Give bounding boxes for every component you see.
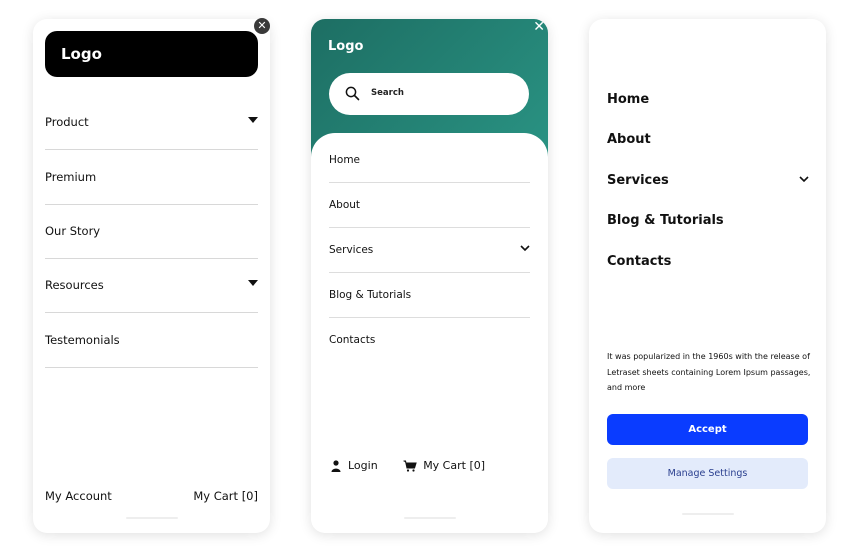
- menu-item-label: Contacts: [329, 334, 376, 346]
- menu-item-contacts[interactable]: Contacts: [607, 254, 809, 269]
- drag-handle[interactable]: [125, 517, 178, 519]
- cart-icon: [403, 459, 417, 472]
- menu-item-home[interactable]: Home: [607, 92, 809, 107]
- menu-item-label: Contacts: [607, 254, 672, 269]
- cookie-notice-text: It was popularized in the 1960s with the…: [607, 352, 811, 392]
- drag-handle[interactable]: [403, 517, 456, 519]
- menu-item-label: About: [607, 132, 651, 147]
- menu-item-resources[interactable]: Resources: [45, 258, 258, 313]
- menu-item-label: Blog & Tutorials: [329, 289, 412, 301]
- chevron-down-icon: [520, 245, 530, 252]
- cart-label: My Cart [0]: [423, 459, 486, 472]
- menu-item-label: Product: [45, 115, 89, 129]
- chevron-down-icon: [799, 176, 809, 183]
- menu-item-label: Home: [607, 92, 650, 107]
- menu-item-label: About: [329, 199, 361, 211]
- menu-item-our-story[interactable]: Our Story: [45, 204, 258, 259]
- menu-item-label: Services: [607, 173, 669, 188]
- logo-banner[interactable]: Logo: [45, 31, 258, 77]
- manage-settings-button[interactable]: Manage Settings: [607, 458, 808, 489]
- user-icon: [331, 459, 341, 472]
- mobile-menu-teal: Logo ✕ Search Home About Services Blog &…: [311, 19, 548, 533]
- menu-item-services[interactable]: Services: [329, 228, 530, 273]
- menu-item-label: Testemonials: [45, 333, 120, 347]
- login-link[interactable]: Login: [331, 459, 378, 472]
- logo-text: Logo: [61, 45, 102, 63]
- accept-button[interactable]: Accept: [607, 414, 808, 445]
- close-icon[interactable]: ✕: [533, 19, 545, 35]
- search-placeholder: Search: [371, 88, 404, 98]
- menu-item-blog[interactable]: Blog & Tutorials: [329, 273, 530, 318]
- menu-item-home[interactable]: Home: [329, 138, 530, 183]
- mobile-menu-white: Home About Services Blog & Tutorials Con…: [589, 19, 826, 533]
- menu-item-about[interactable]: About: [607, 132, 809, 147]
- menu-item-contacts[interactable]: Contacts: [329, 318, 530, 362]
- menu-item-premium[interactable]: Premium: [45, 150, 258, 205]
- close-icon[interactable]: ✕: [254, 18, 270, 34]
- menu-item-label: Blog & Tutorials: [607, 213, 724, 228]
- my-cart-link[interactable]: My Cart [0]: [193, 489, 258, 503]
- caret-down-icon: [248, 117, 258, 123]
- menu-item-blog[interactable]: Blog & Tutorials: [607, 213, 809, 228]
- menu-item-product[interactable]: Product: [45, 95, 258, 150]
- menu-item-label: Services: [329, 244, 374, 256]
- search-input[interactable]: Search: [329, 73, 529, 115]
- menu-footer: Login My Cart [0]: [331, 459, 485, 475]
- menu-item-label: Home: [329, 154, 361, 166]
- menu-item-about[interactable]: About: [329, 183, 530, 228]
- menu-footer: My Account My Cart [0]: [45, 489, 258, 503]
- my-account-link[interactable]: My Account: [45, 489, 112, 503]
- mobile-menu-black: Logo ✕ Product Premium Our Story Resourc…: [33, 18, 270, 533]
- menu-item-services[interactable]: Services: [607, 173, 809, 188]
- login-label: Login: [348, 459, 378, 472]
- drag-handle[interactable]: [681, 513, 734, 515]
- caret-down-icon: [248, 280, 258, 286]
- menu-item-label: Resources: [45, 278, 104, 292]
- menu-item-label: Our Story: [45, 224, 101, 238]
- search-icon: [345, 86, 360, 101]
- menu-item-label: Premium: [45, 170, 97, 184]
- logo-text[interactable]: Logo: [328, 39, 363, 54]
- my-cart-link[interactable]: My Cart [0]: [403, 459, 485, 472]
- menu-item-testemonials[interactable]: Testemonials: [45, 313, 258, 368]
